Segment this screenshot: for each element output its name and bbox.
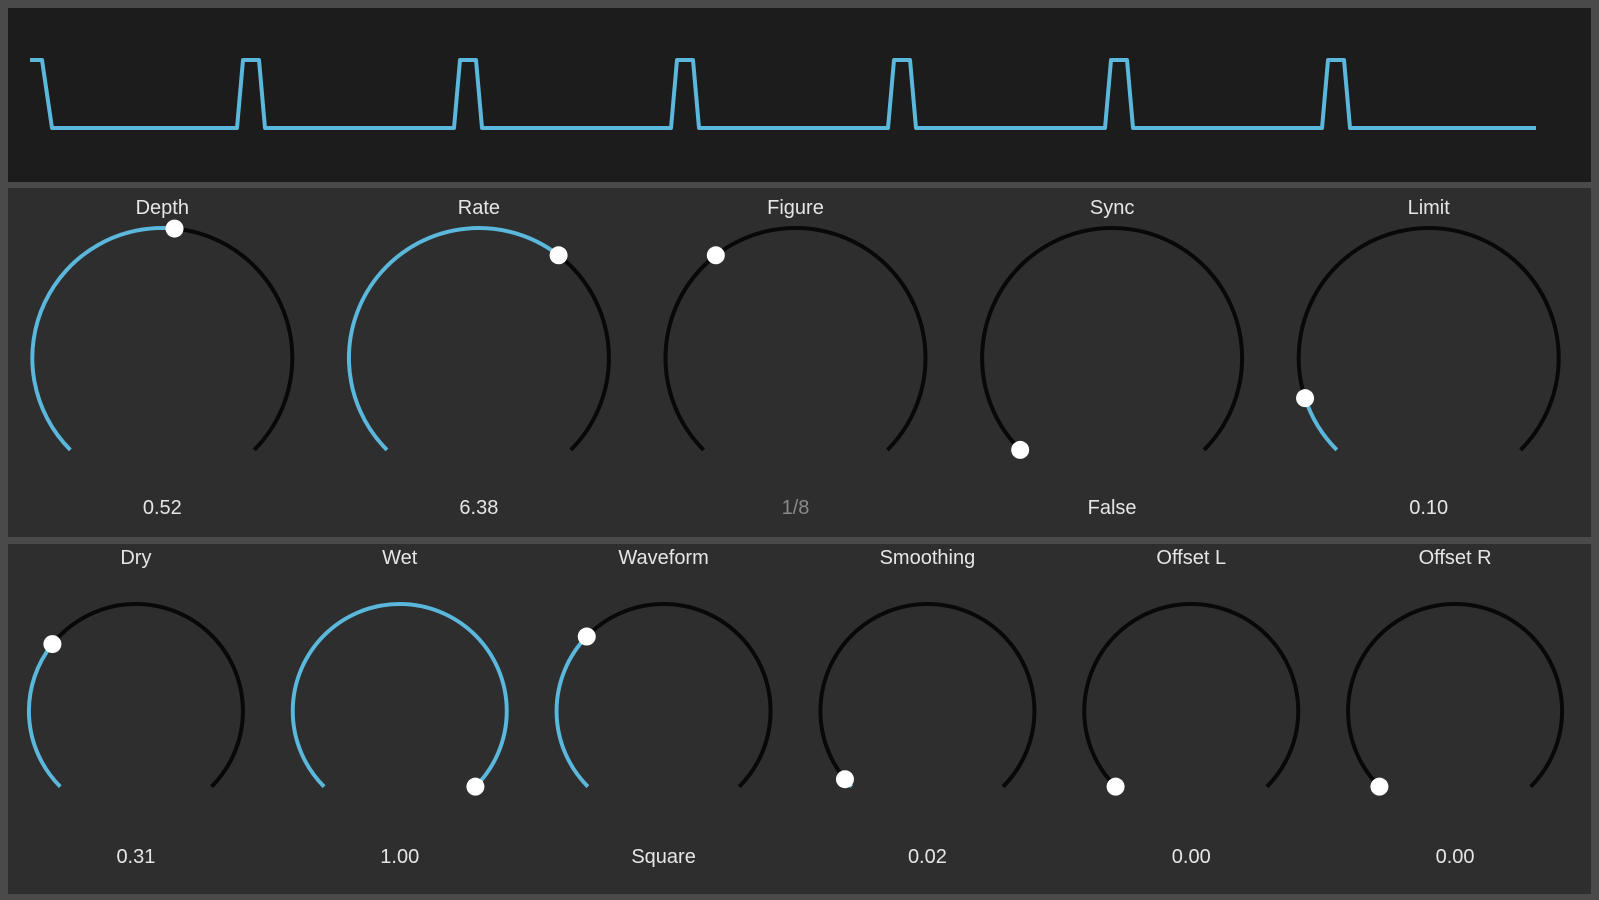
knob-depth-handle[interactable] xyxy=(165,219,184,238)
knob-dry-value-arc xyxy=(26,642,62,789)
knob-sync-track[interactable] xyxy=(980,226,1245,452)
knob-dry-value: 0.31 xyxy=(116,846,155,868)
square-wave-line xyxy=(30,58,1536,130)
knob-waveform[interactable]: Waveform Square xyxy=(554,547,773,868)
knob-dry-handle[interactable] xyxy=(43,635,62,654)
knob-limit-value: 0.10 xyxy=(1409,497,1448,519)
knob-limit-label: Limit xyxy=(1408,197,1451,219)
knob-offset-l[interactable]: Offset L 0.00 xyxy=(1082,547,1301,868)
knob-offset-r-value: 0.00 xyxy=(1436,846,1475,868)
knob-smoothing-track[interactable] xyxy=(818,602,1037,789)
knob-limit-handle[interactable] xyxy=(1296,389,1315,408)
knob-depth[interactable]: Depth 0.52 xyxy=(30,197,295,519)
knob-figure-label: Figure xyxy=(767,197,824,219)
knob-offset-l-handle[interactable] xyxy=(1106,777,1125,796)
knob-offset-r-track[interactable] xyxy=(1346,602,1565,789)
knob-dry[interactable]: Dry 0.31 xyxy=(26,547,245,868)
knob-figure-value: 1/8 xyxy=(782,497,810,519)
waveform-display xyxy=(8,8,1591,182)
knob-wet-value: 1.00 xyxy=(380,846,419,868)
knob-limit-value-arc xyxy=(1303,397,1339,452)
knob-wet-value-arc xyxy=(290,602,509,789)
knob-figure[interactable]: Figure 1/8 xyxy=(663,197,928,519)
knob-depth-track[interactable] xyxy=(30,226,295,452)
waveform-plot xyxy=(30,58,1536,130)
knob-wet-label: Wet xyxy=(382,547,418,569)
knob-sync-value: False xyxy=(1088,497,1137,519)
knob-dry-track[interactable] xyxy=(26,602,245,789)
knob-figure-handle[interactable] xyxy=(706,246,725,265)
knob-offset-l-label: Offset L xyxy=(1156,547,1226,569)
knob-rate-track[interactable] xyxy=(346,226,611,452)
knob-figure-track[interactable] xyxy=(663,226,928,452)
knob-rate[interactable]: Rate 6.38 xyxy=(346,197,611,519)
knob-offset-l-track[interactable] xyxy=(1082,602,1301,789)
knob-dry-label: Dry xyxy=(120,547,151,569)
knob-depth-value: 0.52 xyxy=(143,497,182,519)
knob-waveform-value: Square xyxy=(631,846,696,868)
knob-waveform-value-arc xyxy=(554,635,590,789)
knob-smoothing-label: Smoothing xyxy=(880,547,976,569)
knob-limit[interactable]: Limit 0.10 xyxy=(1296,197,1561,519)
knob-wet[interactable]: Wet 1.00 xyxy=(290,547,509,868)
knob-rate-value: 6.38 xyxy=(459,497,498,519)
knob-offset-r-label: Offset R xyxy=(1419,547,1492,569)
knob-waveform-label: Waveform xyxy=(618,547,708,569)
knob-rate-handle[interactable] xyxy=(549,246,568,265)
knob-offset-l-value: 0.00 xyxy=(1172,846,1211,868)
knob-row-modulation-canvas: Depth 0.52 Rate 6.38 Figure 1/8 Sync False Limit… xyxy=(30,197,1561,519)
knob-sync-label: Sync xyxy=(1090,197,1134,219)
knob-depth-value-arc xyxy=(30,226,175,452)
knob-rate-value-arc xyxy=(346,226,560,452)
knob-smoothing-handle[interactable] xyxy=(835,770,854,789)
knob-rate-label: Rate xyxy=(458,197,500,219)
knob-row-output: Dry 0.31 Wet 1.00 Waveform Square Smoothing 0.0… xyxy=(8,544,1591,894)
knob-sync-handle[interactable] xyxy=(1011,440,1030,459)
knob-wet-handle[interactable] xyxy=(466,777,485,796)
knob-waveform-handle[interactable] xyxy=(577,627,596,646)
knob-offset-r-handle[interactable] xyxy=(1370,777,1389,796)
knob-row-output-canvas: Dry 0.31 Wet 1.00 Waveform Square Smoothing 0.0… xyxy=(26,547,1565,868)
knob-limit-track[interactable] xyxy=(1296,226,1561,452)
lfo-plugin-window: Depth 0.52 Rate 6.38 Figure 1/8 Sync False Limit… xyxy=(0,0,1599,900)
knob-smoothing[interactable]: Smoothing 0.02 xyxy=(818,547,1037,868)
knob-depth-label: Depth xyxy=(136,197,189,219)
knob-row-modulation: Depth 0.52 Rate 6.38 Figure 1/8 Sync False Limit… xyxy=(8,188,1591,537)
knob-wet-track[interactable] xyxy=(290,602,509,789)
knob-offset-r[interactable]: Offset R 0.00 xyxy=(1346,547,1565,868)
knob-smoothing-value: 0.02 xyxy=(908,846,947,868)
knob-sync[interactable]: Sync False xyxy=(980,197,1245,519)
